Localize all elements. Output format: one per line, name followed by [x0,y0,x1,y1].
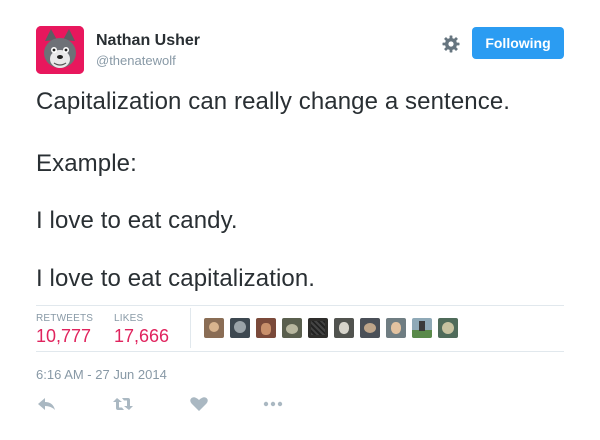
gear-icon[interactable] [441,34,461,54]
liker-avatar[interactable] [438,318,458,338]
retweets-count[interactable]: 10,777 [36,326,91,347]
liker-avatar[interactable] [360,318,380,338]
following-button[interactable]: Following [472,27,564,59]
liker-avatar[interactable] [412,318,432,338]
tweet-text-line: Capitalization can really change a sente… [36,88,511,115]
tweet-timestamp[interactable]: 6:16 AM - 27 Jun 2014 [36,367,167,382]
reply-icon[interactable] [36,395,58,413]
likes-label[interactable]: LIKES [114,313,143,324]
like-icon[interactable] [188,395,210,413]
likes-count[interactable]: 17,666 [114,326,169,347]
tweet-text-line: Example: [36,150,137,177]
user-handle[interactable]: @thenatewolf [96,53,176,68]
stats-divider [190,308,191,348]
divider [36,351,564,352]
tweet-text-line: I love to eat capitalization. [36,265,316,292]
liker-avatar[interactable] [282,318,302,338]
liker-avatar[interactable] [204,318,224,338]
liker-avatar[interactable] [386,318,406,338]
liker-avatar[interactable] [256,318,276,338]
divider [36,305,564,306]
liker-avatar[interactable] [334,318,354,338]
retweets-label[interactable]: RETWEETS [36,313,93,324]
liker-avatar[interactable] [308,318,328,338]
liker-avatar[interactable] [230,318,250,338]
avatar[interactable] [36,26,84,74]
tweet-text-line: I love to eat candy. [36,207,238,234]
user-name[interactable]: Nathan Usher [96,32,200,50]
retweet-icon[interactable] [112,395,134,413]
more-icon[interactable] [262,395,284,413]
